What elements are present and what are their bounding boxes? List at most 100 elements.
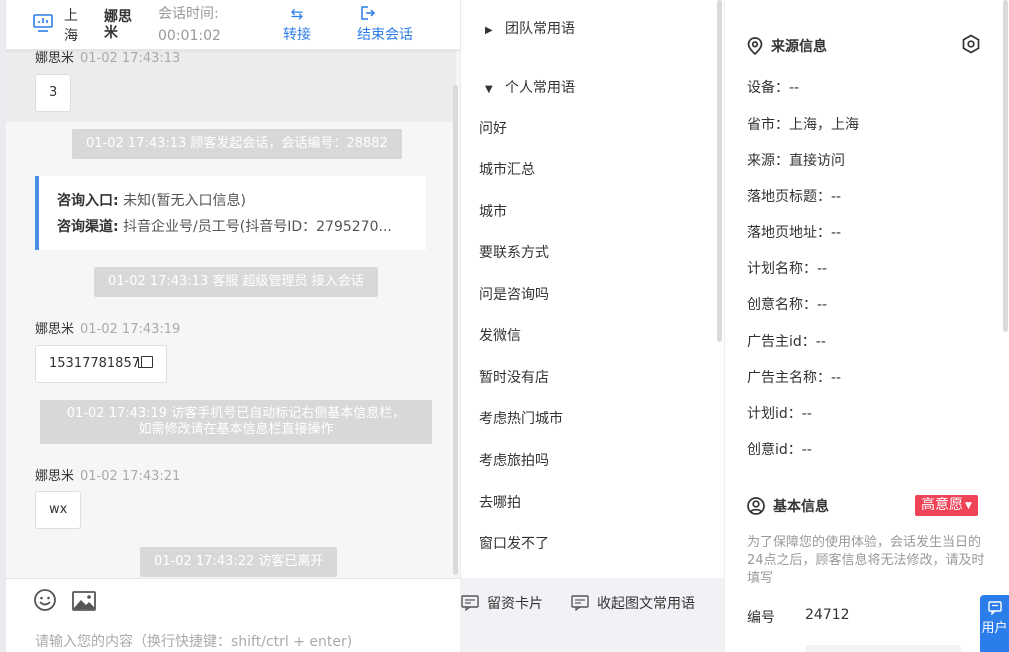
personal-phrases-group[interactable]: ▼ 个人常用语 — [485, 77, 575, 97]
transfer-icon: ⇆ — [290, 5, 304, 23]
settings-icon[interactable] — [961, 34, 981, 54]
message-bubble: 3 — [35, 74, 72, 112]
edit-notice: 为了保障您的使用体验，会话发生当日的24点之后，顾客信息将无法修改，请及时填写 — [747, 535, 985, 586]
info-row-landing-url: 落地页地址：-- — [747, 225, 842, 241]
user-circle-icon — [747, 497, 765, 515]
info-field[interactable] — [805, 645, 961, 652]
system-message: 01-02 17:43:22 访客已离开 — [140, 547, 338, 577]
info-row-advertiser-name: 广告主名称：-- — [747, 370, 842, 386]
system-message-line: 如需修改请在基本信息栏直接操作 — [138, 422, 334, 437]
chat-panel: 上海 娜思米 会话时间: 00:01:02 ⇆ 转接 结束会话 娜思米 01-02… — [0, 0, 695, 652]
message-bubble: wx — [35, 491, 82, 529]
info-row-advertiser-id: 广告主id：-- — [747, 334, 826, 350]
message-list[interactable]: 娜思米 01-02 17:43:13 3 01-02 17:43:13 顾客发起会… — [6, 50, 460, 578]
session-time-label: 会话时间: — [158, 6, 219, 22]
phone-number: 15317781857 — [49, 356, 140, 371]
sender-name: 娜思米 — [35, 51, 75, 66]
source-info-title: 来源信息 — [747, 36, 827, 56]
message-meta: 娜思米 01-02 17:43:19 — [35, 318, 180, 337]
phrase-panel: ▶ 团队常用语 ▼ 个人常用语 问好 城市汇总 城市 要联系方式 问是咨询吗 发微信… — [460, 0, 724, 578]
chat-card-icon — [461, 595, 479, 612]
chat-list-icon — [571, 595, 589, 612]
channel-label: 咨询渠道: — [57, 219, 119, 235]
entry-label: 咨询入口: — [57, 193, 119, 209]
phrase-item[interactable]: 发微信 — [479, 325, 521, 345]
source-info-label: 来源信息 — [771, 39, 827, 55]
message-time: 01-02 17:43:19 — [80, 322, 181, 337]
phrase-item[interactable]: 问好 — [479, 118, 507, 138]
phrase-item[interactable]: 去哪拍 — [479, 492, 521, 512]
customer-id-label: 编号 — [747, 610, 775, 626]
info-row-device: 设备：-- — [747, 80, 800, 96]
sender-name: 娜思米 — [35, 469, 75, 484]
collapse-phrases-label: 收起图文常用语 — [597, 596, 695, 612]
basic-info-label: 基本信息 — [773, 499, 829, 515]
system-message-line: 01-02 17:43:19 访客手机号已自动标记右侧基本信息栏， — [66, 406, 406, 421]
collapse-phrases-button[interactable]: 收起图文常用语 — [571, 593, 695, 613]
entry-info-card: 咨询入口: 未知(暂无入口信息) 咨询渠道: 抖音企业号/员工号(抖音号ID：2… — [35, 176, 426, 250]
message-input[interactable]: 请输入您的内容（换行快捷键：shift/ctrl + enter) — [35, 631, 352, 651]
phrase-item[interactable]: 考虑热门城市 — [479, 408, 563, 428]
chat-scrollbar[interactable] — [453, 85, 458, 575]
emoji-icon[interactable] — [33, 588, 57, 612]
message-time: 01-02 17:43:21 — [80, 469, 181, 484]
lead-card-button[interactable]: 留资卡片 — [461, 593, 543, 613]
team-phrases-group[interactable]: ▶ 团队常用语 — [485, 18, 575, 38]
exit-icon — [357, 4, 413, 24]
message-time: 01-02 17:43:13 — [80, 51, 181, 66]
session-time-value: 00:01:02 — [158, 28, 221, 44]
info-row-creative-name: 创意名称：-- — [747, 297, 828, 313]
phrase-item[interactable]: 考虑旅拍吗 — [479, 450, 549, 470]
intent-label: 高意愿 — [921, 497, 963, 513]
info-row-plan-id: 计划id：-- — [747, 406, 812, 422]
info-panel: 来源信息 设备：-- 省市：上海，上海 来源：直接访问 落地页标题：-- 落地页… — [724, 0, 1009, 652]
channel-row: 咨询渠道: 抖音企业号/员工号(抖音号ID：2795270... — [57, 214, 422, 240]
phrase-item[interactable]: 窗口发不了 — [479, 533, 549, 553]
transfer-label: 转接 — [283, 27, 311, 43]
info-row-creative-id: 创意id：-- — [747, 442, 812, 458]
location-pin-icon — [747, 37, 763, 56]
intent-dropdown[interactable]: 高意愿 ▼ — [915, 495, 978, 516]
info-row-plan-name: 计划名称：-- — [747, 261, 828, 277]
chat-header: 上海 娜思米 会话时间: 00:01:02 ⇆ 转接 结束会话 — [6, 0, 460, 50]
message-bubble: 15317781857 — [35, 345, 167, 383]
info-row-landing-title: 落地页标题：-- — [747, 189, 842, 205]
entry-value: 未知(暂无入口信息) — [123, 193, 246, 209]
transfer-button[interactable]: ⇆ 转接 — [283, 4, 311, 46]
phrase-item[interactable]: 暂时没有店 — [479, 367, 549, 387]
monitor-icon — [33, 14, 53, 32]
copy-icon[interactable] — [137, 356, 153, 368]
info-row-region: 省市：上海，上海 — [747, 117, 859, 133]
basic-info-title: 基本信息 — [747, 496, 829, 516]
info-scrollbar[interactable] — [1003, 0, 1008, 332]
phrase-item[interactable]: 城市 — [479, 201, 507, 221]
message-meta: 娜思米 01-02 17:43:13 — [35, 50, 180, 66]
user-help-label: 用户 — [981, 621, 1008, 636]
caret-down-icon: ▼ — [965, 501, 972, 511]
end-session-button[interactable]: 结束会话 — [357, 4, 413, 46]
phrase-item[interactable]: 问是咨询吗 — [479, 284, 549, 304]
phrase-item[interactable]: 城市汇总 — [479, 159, 535, 179]
system-message: 01-02 17:43:19 访客手机号已自动标记右侧基本信息栏， 如需修改请在… — [40, 400, 432, 444]
team-phrases-label: 团队常用语 — [505, 21, 575, 37]
personal-phrases-label: 个人常用语 — [505, 80, 575, 96]
caret-down-icon: ▼ — [485, 84, 493, 95]
channel-value: 抖音企业号/员工号(抖音号ID：2795270... — [123, 219, 392, 235]
visitor-name: 娜思米 — [104, 9, 132, 41]
chat-icon — [987, 601, 1002, 616]
end-session-label: 结束会话 — [357, 27, 413, 43]
message-meta: 娜思米 01-02 17:43:21 — [35, 465, 180, 484]
chat-input-area: 留资卡片 收起图文常用语 请输入您的内容（换行快捷键：shift/ctrl + … — [6, 578, 695, 652]
user-help-tab[interactable]: 用户 — [980, 595, 1009, 652]
phrase-scrollbar[interactable] — [717, 0, 722, 342]
lead-card-label: 留资卡片 — [487, 596, 543, 612]
visitor-city: 上海 — [64, 8, 78, 44]
phrase-item[interactable]: 要联系方式 — [479, 242, 549, 262]
info-row-source: 来源：直接访问 — [747, 153, 845, 169]
customer-id-value: 24712 — [805, 607, 850, 623]
caret-right-icon: ▶ — [485, 25, 493, 36]
sender-name: 娜思米 — [35, 322, 75, 337]
system-message: 01-02 17:43:13 顾客发起会话，会话编号：28882 — [72, 129, 402, 159]
image-icon[interactable] — [72, 591, 96, 611]
system-message: 01-02 17:43:13 客服 超级管理员 接入会话 — [94, 267, 378, 297]
